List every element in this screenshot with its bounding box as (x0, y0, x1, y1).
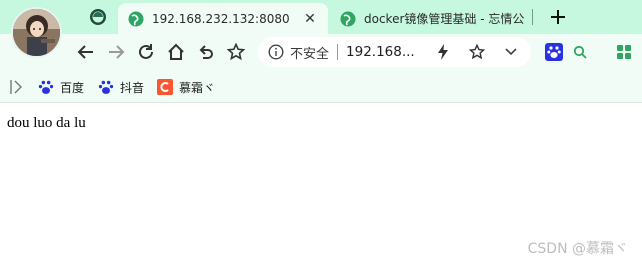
baidu-extension-button[interactable] (544, 42, 564, 62)
bookmark-baidu[interactable]: 百度 (38, 77, 84, 97)
reload-button[interactable] (132, 38, 160, 66)
globe-favicon-icon (340, 11, 356, 26)
search-extension-button[interactable] (570, 42, 590, 62)
favorite-button[interactable] (222, 38, 250, 66)
arrow-right-icon (109, 45, 125, 59)
tab-pinned[interactable] (84, 5, 112, 29)
arrow-left-icon (77, 45, 93, 59)
bookmark-csdn[interactable]: 慕霜ヾ (157, 77, 215, 97)
undo-icon (199, 45, 213, 59)
apps-grid-icon (617, 45, 631, 59)
chevron-down-icon (505, 48, 517, 56)
browser-toolbar: 不安全 192.168.... (0, 34, 642, 70)
tab-active[interactable]: 192.168.232.132:8080 ✕ (118, 3, 328, 34)
tab-strip: 192.168.232.132:8080 ✕ docker镜像管理基础 - 忘情… (0, 0, 642, 34)
home-icon (168, 43, 184, 60)
bookmark-douyin[interactable]: 抖音 (98, 77, 144, 97)
search-icon (573, 45, 587, 59)
star-outline-icon (469, 44, 485, 60)
csdn-c-icon (157, 79, 173, 95)
csdn-watermark: CSDN @慕霜ヾ (527, 241, 628, 257)
bookmark-star-button[interactable] (464, 37, 490, 67)
baidu-paw-icon (545, 43, 563, 61)
tab-inactive[interactable]: docker镜像管理基础 - 忘情公 (332, 3, 532, 34)
new-tab-button[interactable] (545, 4, 571, 30)
omnibox-dropdown[interactable] (498, 37, 524, 67)
address-bar[interactable]: 不安全 192.168.... (258, 37, 531, 67)
anime-avatar-icon (13, 9, 60, 56)
baidu-paw-icon (98, 79, 114, 95)
apps-extension-button[interactable] (614, 42, 634, 62)
omnibox-divider (337, 44, 339, 60)
tab-title: 192.168.232.132:8080 (152, 11, 290, 26)
home-button[interactable] (162, 38, 190, 66)
lightning-button[interactable] (430, 37, 456, 67)
forward-button[interactable] (102, 38, 130, 66)
edge-circle-icon (90, 9, 106, 25)
tab-title: docker镜像管理基础 - 忘情公 (364, 12, 524, 26)
lightning-icon (438, 44, 448, 60)
undo-button[interactable] (192, 38, 220, 66)
url-text[interactable]: 192.168.... (346, 44, 416, 60)
security-label: 不安全 (290, 46, 330, 62)
tab-close-icon[interactable]: ✕ (302, 11, 318, 27)
profile-avatar[interactable] (11, 7, 62, 58)
bookmarks-bar: 百度 抖音 慕霜ヾ (0, 70, 642, 103)
plus-icon (551, 10, 565, 24)
bookmark-label: 慕霜ヾ (179, 80, 216, 95)
info-circle-icon[interactable] (268, 44, 284, 60)
reload-icon (139, 44, 153, 59)
bookmark-label: 百度 (60, 80, 85, 95)
back-button[interactable] (72, 38, 100, 66)
page-body-text: dou luo da lu (7, 115, 86, 131)
bookmark-label: 抖音 (120, 80, 145, 95)
star-outline-icon (227, 43, 245, 61)
tab-separator (532, 9, 533, 25)
baidu-paw-icon (38, 79, 54, 95)
sidebar-toggle-icon[interactable] (8, 78, 26, 96)
globe-favicon-icon (128, 11, 144, 26)
